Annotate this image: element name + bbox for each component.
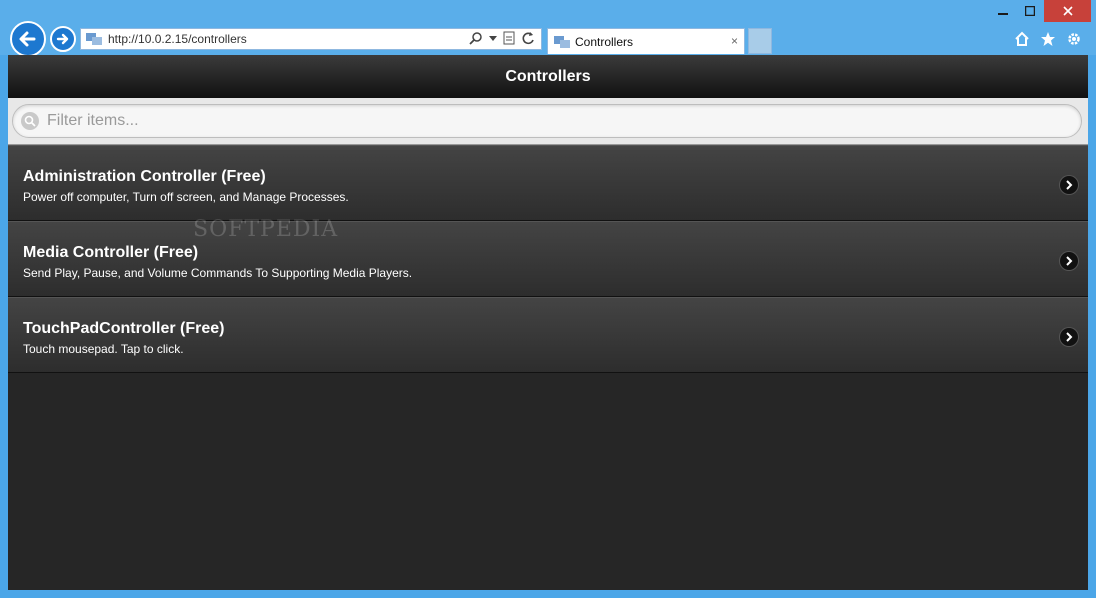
list-item-description: Send Play, Pause, and Volume Commands To… <box>23 266 413 280</box>
dropdown-icon[interactable] <box>489 34 497 42</box>
list-item-title: TouchPadController (Free) <box>23 320 225 337</box>
minimize-icon <box>998 13 1008 15</box>
star-icon <box>1041 32 1055 46</box>
browser-toolbar-icons <box>1013 30 1083 48</box>
list-item-title: Administration Controller (Free) <box>23 168 266 185</box>
address-url[interactable]: http://10.0.2.15/controllers <box>108 32 247 46</box>
page-header: Controllers <box>8 55 1088 99</box>
address-bar[interactable]: http://10.0.2.15/controllers <box>80 28 542 50</box>
settings-button[interactable] <box>1065 30 1083 48</box>
site-icon <box>554 35 570 48</box>
page-content: Controllers Administration Controller (F… <box>8 55 1088 590</box>
list-item-description: Touch mousepad. Tap to click. <box>23 342 184 356</box>
tab-title: Controllers <box>575 34 634 49</box>
filter-bar <box>8 98 1088 145</box>
minimize-button[interactable] <box>989 0 1017 22</box>
back-arrow-icon <box>19 31 36 47</box>
filter-field[interactable] <box>12 104 1082 138</box>
close-window-button[interactable] <box>1044 0 1091 22</box>
site-icon <box>86 33 102 45</box>
forward-arrow-icon <box>56 33 69 45</box>
maximize-icon <box>1025 6 1035 16</box>
browser-chrome: http://10.0.2.15/controllers Controllers… <box>0 0 1096 57</box>
controllers-list: Administration Controller (Free) Power o… <box>8 145 1088 373</box>
filter-input[interactable] <box>45 111 1049 131</box>
back-button[interactable] <box>10 21 46 57</box>
page-title: Controllers <box>505 67 591 85</box>
chevron-right-icon[interactable] <box>1060 328 1078 346</box>
list-item[interactable]: TouchPadController (Free) Touch mousepad… <box>8 297 1088 373</box>
refresh-icon[interactable] <box>521 31 535 45</box>
list-item-description: Power off computer, Turn off screen, and… <box>23 190 349 204</box>
home-button[interactable] <box>1013 30 1031 48</box>
forward-button[interactable] <box>50 26 76 52</box>
maximize-button[interactable] <box>1016 0 1044 22</box>
tab-controllers[interactable]: Controllers × <box>547 28 745 54</box>
watermark: SOFTPEDIA <box>193 217 339 242</box>
browser-window: http://10.0.2.15/controllers Controllers… <box>0 0 1096 598</box>
chevron-right-icon[interactable] <box>1060 176 1078 194</box>
search-icon <box>21 112 39 130</box>
search-icon[interactable] <box>469 31 483 45</box>
home-icon <box>1015 31 1029 46</box>
tab-close-icon[interactable]: × <box>731 34 738 48</box>
gear-icon <box>1068 33 1080 45</box>
chevron-right-icon[interactable] <box>1060 252 1078 270</box>
list-item[interactable]: Administration Controller (Free) Power o… <box>8 145 1088 221</box>
list-item[interactable]: Media Controller (Free) Send Play, Pause… <box>8 221 1088 297</box>
close-icon <box>1062 6 1073 16</box>
new-tab-button[interactable] <box>748 28 772 54</box>
favorites-button[interactable] <box>1039 30 1057 48</box>
list-item-title: Media Controller (Free) <box>23 244 199 261</box>
compatibility-view-icon[interactable] <box>503 31 515 45</box>
